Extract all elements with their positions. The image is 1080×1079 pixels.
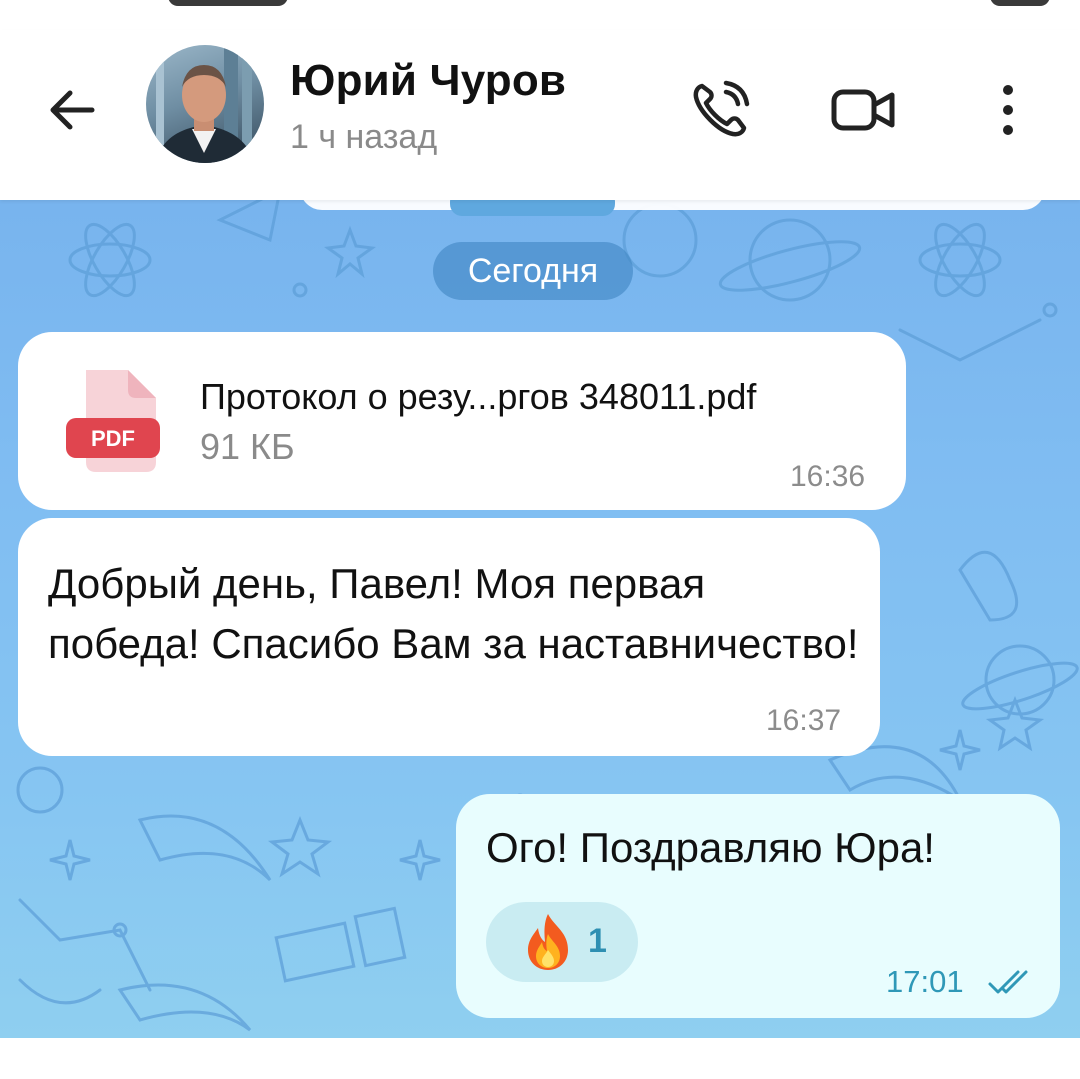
avatar-photo xyxy=(156,45,254,163)
message-bubble-file[interactable]: PDF Протокол о резу...ргов 348011.pdf 91… xyxy=(18,332,906,510)
message-input-bar-edge xyxy=(0,1038,1080,1079)
message-time: 16:37 xyxy=(766,704,842,737)
more-menu-button[interactable] xyxy=(968,70,1048,150)
more-vertical-icon xyxy=(1003,85,1013,135)
chat-header: Юрий Чуров 1 ч назад xyxy=(0,30,1080,200)
status-bar-battery-fragment xyxy=(990,0,1050,6)
arrow-left-icon xyxy=(50,90,95,130)
pdf-file-icon[interactable]: PDF xyxy=(66,366,176,476)
message-time: 17:01 xyxy=(886,964,964,999)
phone-icon xyxy=(693,80,750,137)
chat-area[interactable]: Сегодня PDF Протокол о резу...ргов 34801… xyxy=(0,200,1080,1038)
status-bar-clock-fragment xyxy=(168,0,288,6)
date-separator: Сегодня xyxy=(433,242,633,300)
call-button[interactable] xyxy=(680,70,760,150)
message-time: 16:36 xyxy=(790,460,866,493)
contact-name[interactable]: Юрий Чуров xyxy=(290,56,566,106)
file-name[interactable]: Протокол о резу...ргов 348011.pdf xyxy=(200,376,756,418)
last-seen-status: 1 ч назад xyxy=(290,118,438,156)
video-call-button[interactable] xyxy=(824,70,904,150)
reaction-chip[interactable]: 1 xyxy=(486,902,638,982)
file-size: 91 КБ xyxy=(200,426,295,467)
previous-message-edge-accent xyxy=(450,200,615,216)
double-check-icon xyxy=(988,970,1028,994)
pdf-badge-label: PDF xyxy=(91,426,135,451)
message-text: Ого! Поздравляю Юра! xyxy=(486,824,935,871)
back-button[interactable] xyxy=(40,78,104,142)
reaction-count: 1 xyxy=(588,922,607,960)
message-bubble-outgoing[interactable]: Ого! Поздравляю Юра! 1 17:01 xyxy=(456,794,1060,1018)
message-text: Добрый день, Павел! Моя первая победа! С… xyxy=(48,560,859,667)
fire-emoji-icon xyxy=(528,914,568,970)
message-bubble-incoming[interactable]: Добрый день, Павел! Моя первая победа! С… xyxy=(18,518,880,756)
avatar[interactable] xyxy=(146,45,264,163)
previous-message-edge xyxy=(300,200,1045,210)
video-camera-icon xyxy=(831,89,895,131)
status-bar xyxy=(0,0,1080,30)
